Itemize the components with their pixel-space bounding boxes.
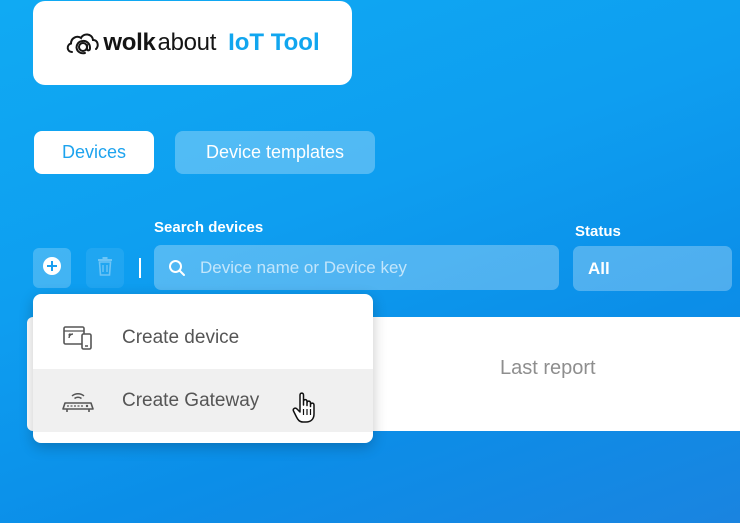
menu-item-create-device[interactable]: Create device — [33, 306, 373, 369]
search-label: Search devices — [154, 219, 264, 236]
plus-circle-icon — [42, 256, 62, 281]
tab-devices[interactable]: Devices — [34, 131, 154, 174]
cloud-at-icon — [65, 30, 101, 56]
status-select[interactable]: All — [573, 246, 732, 291]
trash-icon — [96, 256, 114, 281]
wolkabout-logo: wolk about IoT Tool — [65, 29, 320, 57]
add-button[interactable] — [33, 248, 71, 288]
logo-brand-bold: wolk — [103, 29, 156, 56]
hand-pointer-icon — [292, 390, 318, 431]
status-label: Status — [575, 223, 621, 240]
logo-brand-regular: about — [157, 29, 217, 56]
status-select-value: All — [588, 258, 610, 278]
gateway-router-icon — [61, 387, 95, 415]
search-input[interactable] — [200, 245, 550, 290]
tab-device-templates[interactable]: Device templates — [175, 131, 375, 174]
menu-item-create-gateway[interactable]: Create Gateway — [33, 369, 373, 432]
search-box[interactable] — [154, 245, 559, 290]
menu-item-label: Create device — [122, 326, 240, 348]
create-menu: Create device Create Gateway — [33, 294, 373, 443]
delete-button[interactable] — [86, 248, 124, 288]
toolbar-divider — [139, 258, 141, 278]
device-icon — [61, 324, 95, 352]
logo-product: IoT Tool — [228, 29, 320, 56]
logo-card: wolk about IoT Tool — [33, 1, 352, 85]
search-icon — [168, 259, 186, 282]
column-header-last-report[interactable]: Last report — [500, 357, 596, 380]
menu-item-label: Create Gateway — [122, 389, 260, 411]
